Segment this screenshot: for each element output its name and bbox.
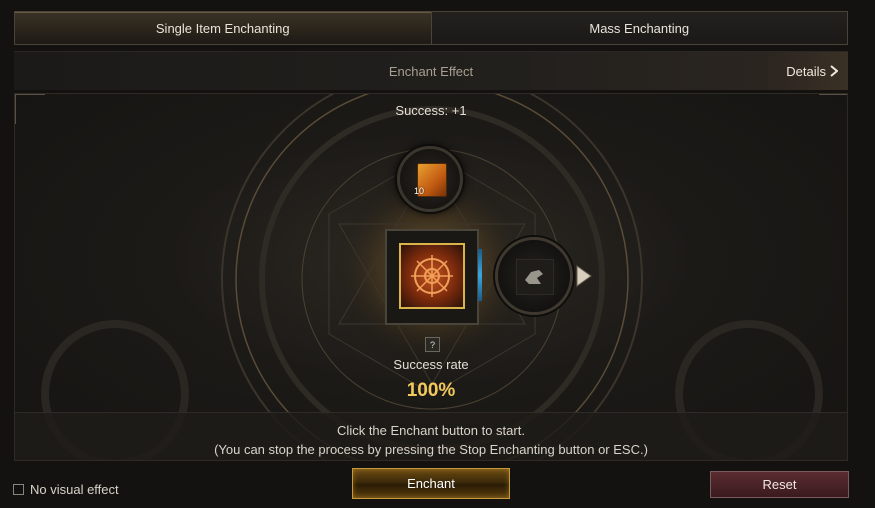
- success-rate-value: 100%: [406, 380, 456, 401]
- success-level-label: Success: +1: [395, 103, 467, 118]
- reset-button[interactable]: Reset: [710, 471, 849, 498]
- no-visual-effect-toggle[interactable]: No visual effect: [13, 482, 119, 497]
- instruction-panel: Click the Enchant button to start. (You …: [15, 412, 847, 460]
- enchant-mode-tabs: Single Item Enchanting Mass Enchanting: [14, 11, 848, 45]
- help-icon[interactable]: ?: [425, 337, 440, 352]
- progress-indicator: [478, 249, 482, 301]
- enchant-stone-icon: [399, 243, 465, 309]
- rune-sigil-icon: [411, 255, 453, 297]
- material-slot[interactable]: 10: [397, 146, 463, 212]
- instruction-text: Click the Enchant button to start.: [337, 423, 525, 438]
- enchant-stage: Success: +1 10 ? Success rate 100% Click…: [14, 93, 848, 461]
- tab-single-item-enchanting[interactable]: Single Item Enchanting: [15, 12, 432, 44]
- no-visual-effect-checkbox[interactable]: [13, 484, 24, 495]
- enchant-effect-title: Enchant Effect: [388, 63, 474, 79]
- no-visual-effect-label: No visual effect: [30, 482, 119, 497]
- enchant-effect-bar: Enchant Effect Details: [14, 51, 848, 90]
- chevron-right-icon: [830, 65, 838, 77]
- details-button[interactable]: Details: [786, 52, 838, 90]
- material-count: 10: [414, 186, 425, 196]
- target-item-slot[interactable]: [385, 229, 479, 325]
- anvil-icon: [516, 259, 554, 295]
- result-slot: [495, 237, 573, 315]
- details-label: Details: [786, 63, 826, 79]
- success-rate-label: Success rate: [393, 357, 469, 372]
- instruction-hint: (You can stop the process by pressing th…: [214, 442, 648, 457]
- tab-mass-enchanting[interactable]: Mass Enchanting: [431, 12, 847, 44]
- enchant-button[interactable]: Enchant: [352, 468, 510, 499]
- arrow-right-icon: [576, 265, 592, 287]
